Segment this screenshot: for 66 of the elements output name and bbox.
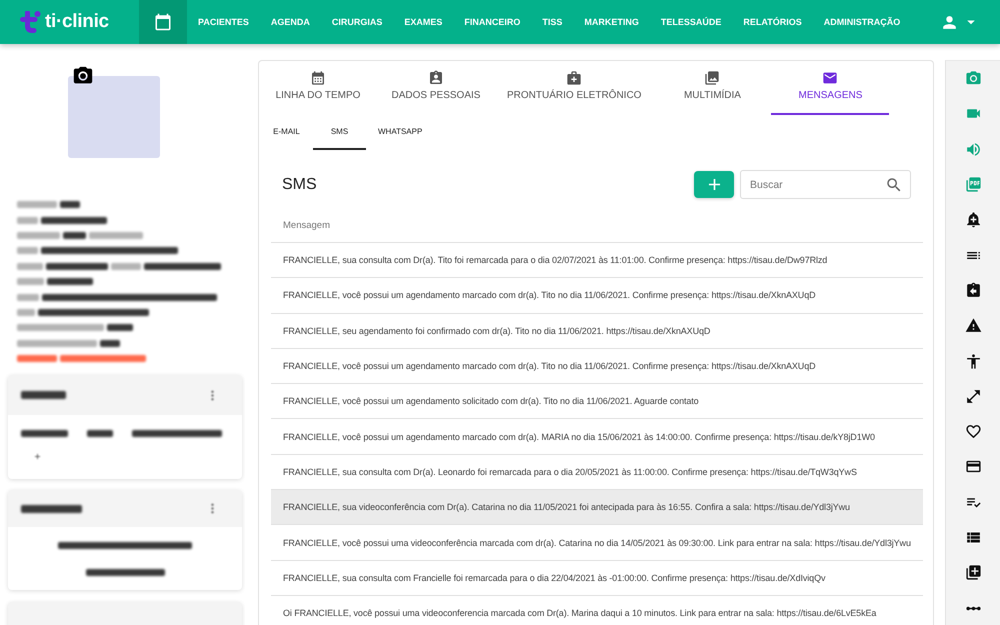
warning-icon[interactable]: [964, 317, 982, 334]
table-cell: FRANCIELLE, seu agendamento foi confirmado com dr(a). Tito no dia 11/06/2021. https://tisau.de/XknAXUqD: [271, 314, 923, 349]
blurred-text: [17, 201, 57, 208]
blurred-text: [17, 262, 43, 270]
plus-icon[interactable]: [33, 452, 42, 462]
nav-link[interactable]: AGENDA: [260, 0, 321, 44]
search-icon[interactable]: [885, 176, 903, 194]
logo-icon: [20, 10, 41, 34]
nav-link[interactable]: TELESSAÚDE: [650, 0, 732, 44]
blurred-text: [47, 278, 93, 286]
blurred-text: [21, 430, 68, 438]
nav-link[interactable]: TISS: [531, 0, 574, 44]
tab[interactable]: DADOS PESSOAIS: [377, 61, 495, 115]
blurred-text: [17, 216, 38, 224]
blurred-text: [46, 262, 108, 270]
tab[interactable]: PRONTUÁRIO ELETRÔNICO: [495, 61, 654, 115]
blurred-text: [100, 340, 120, 347]
calendar-icon: [154, 13, 172, 31]
nav-link[interactable]: EXAMES: [393, 0, 454, 44]
blurred-text: [107, 324, 133, 332]
id-badge-icon: [428, 70, 444, 86]
tab[interactable]: MULTIMÍDIA: [653, 61, 772, 115]
section-title: SMS: [282, 176, 318, 194]
blurred-text: [41, 216, 107, 224]
blurred-text: [17, 232, 60, 239]
nav-link[interactable]: CIRURGIAS: [320, 0, 394, 44]
pdf-icon[interactable]: [964, 176, 982, 194]
speaker-icon[interactable]: [964, 140, 982, 158]
person-arms-out-icon[interactable]: [964, 352, 982, 370]
mail-icon: [822, 70, 838, 86]
bell-plus-icon[interactable]: [964, 211, 982, 228]
subtab[interactable]: SMS: [313, 115, 366, 150]
calendar-button[interactable]: [139, 0, 187, 44]
table-cell: FRANCIELLE, sua videoconferência com Dr(a). Catarina no dia 11/05/2021 foi antecipada para às 16:55. Confira a sala: https://tisau.de/Ydl3jYwu: [271, 490, 923, 526]
nav-link[interactable]: FINANCEIRO: [453, 0, 532, 44]
nav-link[interactable]: RELATÓRIOS: [732, 0, 813, 44]
search-field[interactable]: Buscar: [740, 170, 911, 199]
nav-link[interactable]: MARKETING: [573, 0, 650, 44]
add-button[interactable]: [694, 171, 734, 198]
tab[interactable]: MENSAGENS: [771, 61, 890, 115]
tab[interactable]: LINHA DO TEMPO: [259, 61, 377, 115]
blurred-text: [17, 355, 57, 362]
subtab[interactable]: WHATSAPP: [366, 115, 434, 150]
table-cell: FRANCIELLE, sua consulta com Francielle foi remarcada para o dia 22/04/2021 às -01:00:00. Confirme presença: https://tisau.de/XdIviqQv: [271, 560, 923, 596]
blurred-text: [87, 430, 113, 438]
clipboard-arrow-icon[interactable]: [964, 282, 982, 299]
blurred-text: [60, 201, 80, 208]
photo-library-icon: [704, 70, 720, 86]
logo-text: ti·clinic: [45, 11, 109, 33]
heart-icon[interactable]: [964, 423, 982, 440]
blurred-text: [89, 232, 143, 239]
diagonal-arrow-icon[interactable]: [964, 388, 982, 405]
blurred-text: [21, 504, 82, 513]
blurred-text: [17, 294, 39, 301]
nav-link[interactable]: PACIENTES: [187, 0, 260, 44]
blurred-text: [17, 308, 35, 316]
subtab[interactable]: E-MAIL: [260, 115, 313, 150]
stacked-plus-icon[interactable]: [964, 564, 982, 582]
calendar-icon: [310, 70, 326, 86]
nav-link[interactable]: ADMINISTRAÇÃO: [812, 0, 912, 44]
blurred-text: [63, 232, 86, 239]
medical-bag-icon: [566, 70, 582, 86]
blurred-text: [111, 262, 141, 270]
blurred-text: [17, 247, 38, 254]
blurred-text: [21, 391, 66, 400]
blurred-text: [17, 278, 44, 286]
